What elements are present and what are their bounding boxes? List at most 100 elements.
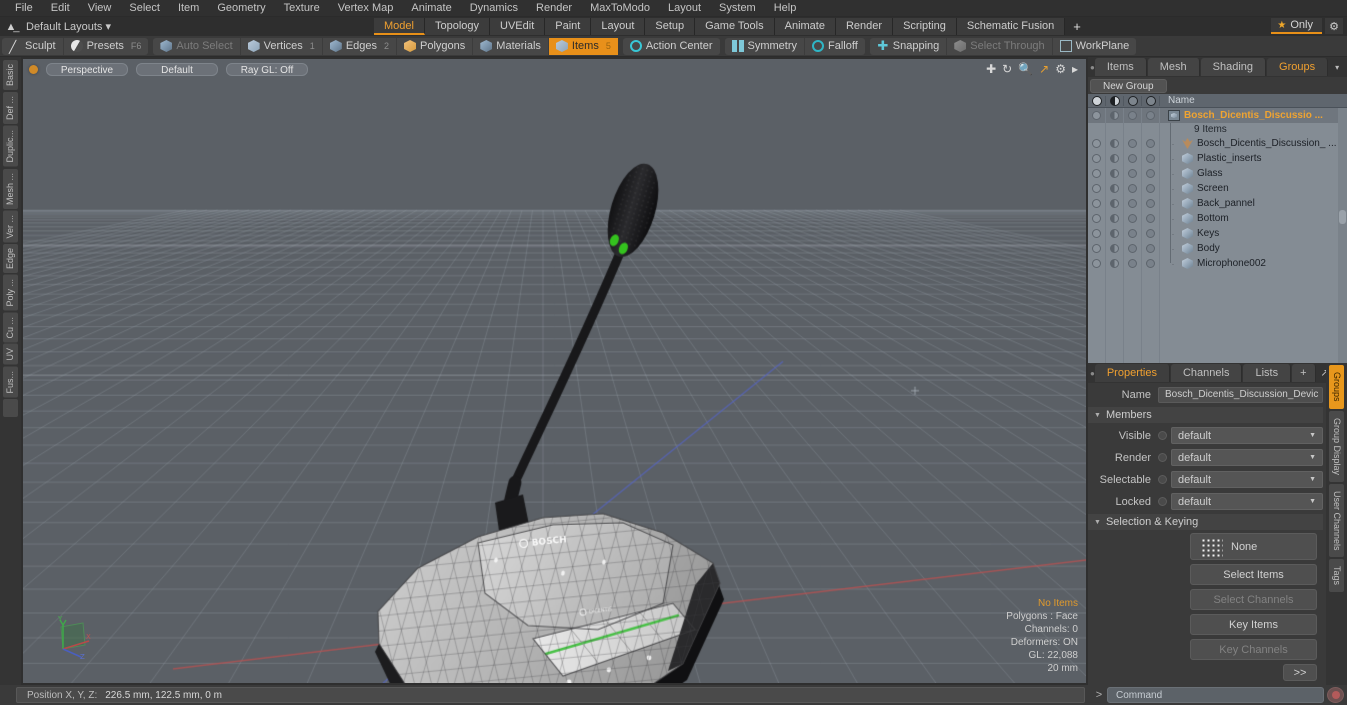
locked-toggle[interactable]: [1142, 181, 1160, 196]
members-section-header[interactable]: ▼ Members: [1088, 407, 1323, 423]
new-group-button[interactable]: New Group: [1090, 78, 1167, 93]
only-toggle[interactable]: ★ Only: [1271, 18, 1322, 34]
layout-tab-scripting[interactable]: Scripting: [893, 18, 957, 35]
toolbar-button-auto-select[interactable]: Auto Select: [153, 37, 241, 55]
toolbar-button-action-center[interactable]: Action Center: [623, 38, 720, 55]
member-state-dot[interactable]: [1158, 453, 1167, 462]
view-mode-button[interactable]: Perspective: [46, 62, 128, 76]
selectable-toggle[interactable]: [1124, 196, 1142, 211]
render-toggle[interactable]: [1106, 166, 1124, 181]
layout-tab-topology[interactable]: Topology: [424, 18, 491, 35]
toolbar-button-polygons[interactable]: Polygons: [397, 37, 474, 55]
menu-item-geometry[interactable]: Geometry: [208, 0, 274, 17]
panel-tab-mesh[interactable]: Mesh ...: [1147, 58, 1200, 91]
group-name-input[interactable]: Bosch_Dicentis_Discussion_Devic: [1158, 386, 1323, 403]
layout-tab-schematic-fusion[interactable]: Schematic Fusion: [956, 18, 1066, 35]
shading-mode-button[interactable]: Default: [136, 62, 218, 76]
menu-item-select[interactable]: Select: [120, 0, 169, 17]
right-tab-groups[interactable]: Groups: [1329, 365, 1344, 409]
selectable-toggle[interactable]: [1124, 151, 1142, 166]
list-item[interactable]: · Bosch_Dicentis_Discussion_ ...: [1088, 136, 1347, 151]
selection-keying-section-header[interactable]: ▼ Selection & Keying: [1088, 514, 1323, 530]
3d-viewport[interactable]: Perspective Default Ray GL: Off ✚ ↻ 🔍 ↗ …: [23, 59, 1086, 683]
properties-button-none[interactable]: None: [1190, 533, 1317, 560]
properties-tab-properties[interactable]: Properties: [1094, 364, 1170, 382]
left-tab-def[interactable]: Def ...: [3, 92, 18, 125]
selectable-toggle[interactable]: [1124, 241, 1142, 256]
left-tab-poly[interactable]: Poly ...: [3, 275, 18, 311]
forward-button[interactable]: >>: [1283, 664, 1317, 681]
locked-toggle[interactable]: [1142, 241, 1160, 256]
menu-item-edit[interactable]: Edit: [42, 0, 79, 17]
render-toggle[interactable]: [1106, 256, 1124, 271]
viewport-canvas[interactable]: [23, 59, 1086, 683]
left-tab-duplic[interactable]: Duplic...: [3, 126, 18, 167]
locked-toggle[interactable]: [1142, 151, 1160, 166]
visible-column-header[interactable]: [1088, 95, 1106, 106]
eye-toggle[interactable]: [1088, 256, 1106, 271]
zoom-icon[interactable]: 🔍: [1018, 63, 1033, 75]
layout-tab-game-tools[interactable]: Game Tools: [695, 18, 775, 35]
render-toggle[interactable]: [1106, 108, 1124, 123]
locked-toggle[interactable]: [1142, 196, 1160, 211]
raygl-button[interactable]: Ray GL: Off: [226, 62, 308, 76]
eye-toggle[interactable]: [1088, 196, 1106, 211]
menu-item-layout[interactable]: Layout: [659, 0, 710, 17]
menu-item-dynamics[interactable]: Dynamics: [461, 0, 527, 17]
selectable-toggle[interactable]: [1124, 166, 1142, 181]
right-tab-user-channels[interactable]: User Channels: [1329, 483, 1344, 558]
properties-button-key-items[interactable]: Key Items: [1190, 614, 1317, 635]
left-tab-mesh[interactable]: Mesh ...: [3, 168, 18, 209]
item-list-scrollbar[interactable]: [1338, 108, 1347, 363]
left-tab-ver[interactable]: Ver ...: [3, 210, 18, 243]
list-item[interactable]: · Bottom: [1088, 211, 1347, 226]
panel-tab-items[interactable]: Items: [1094, 58, 1147, 76]
render-toggle[interactable]: [1106, 211, 1124, 226]
render-toggle[interactable]: [1106, 196, 1124, 211]
member-dropdown-visible[interactable]: default ▼: [1171, 427, 1323, 444]
member-dropdown-render[interactable]: default ▼: [1171, 449, 1323, 466]
locked-toggle[interactable]: [1142, 256, 1160, 271]
left-tab-extra[interactable]: [3, 399, 18, 418]
locked-toggle[interactable]: [1142, 166, 1160, 181]
record-icon[interactable]: [1327, 687, 1344, 703]
menu-item-texture[interactable]: Texture: [275, 0, 329, 17]
properties-button-select-items[interactable]: Select Items: [1190, 564, 1317, 585]
eye-toggle[interactable]: [1088, 226, 1106, 241]
item-list[interactable]: Bosch_Dicentis_Discussio ... 9 Items · Bosc…: [1088, 108, 1347, 363]
group-row[interactable]: Bosch_Dicentis_Discussio ...: [1088, 108, 1347, 123]
member-state-dot[interactable]: [1158, 431, 1167, 440]
arrow-right-icon[interactable]: ▸: [1072, 63, 1078, 75]
default-layouts-label[interactable]: Default Layouts ▾: [22, 20, 111, 33]
layout-tab-paint[interactable]: Paint: [545, 18, 592, 35]
member-dropdown-selectable[interactable]: default ▼: [1171, 471, 1323, 488]
menu-item-help[interactable]: Help: [765, 0, 806, 17]
right-tab-tags[interactable]: Tags: [1329, 559, 1344, 593]
locked-toggle[interactable]: [1142, 226, 1160, 241]
toolbar-button-snapping[interactable]: ✚ Snapping: [870, 37, 948, 55]
menu-item-render[interactable]: Render: [527, 0, 581, 17]
render-toggle[interactable]: [1106, 226, 1124, 241]
layout-tab-animate[interactable]: Animate: [774, 18, 836, 35]
properties-tab-channels[interactable]: Channels: [1170, 364, 1243, 382]
list-item[interactable]: · Screen: [1088, 181, 1347, 196]
layout-tab-setup[interactable]: Setup: [645, 18, 696, 35]
chevron-down-icon[interactable]: ▾: [1329, 63, 1345, 72]
eye-toggle[interactable]: [1088, 241, 1106, 256]
eye-toggle[interactable]: [1088, 211, 1106, 226]
menu-item-animate[interactable]: Animate: [402, 0, 460, 17]
eye-toggle[interactable]: [1088, 166, 1106, 181]
selectable-toggle[interactable]: [1124, 211, 1142, 226]
render-toggle[interactable]: [1106, 241, 1124, 256]
render-toggle[interactable]: [1106, 151, 1124, 166]
list-item[interactable]: · Microphone002: [1088, 256, 1347, 271]
left-tab-basic[interactable]: Basic: [3, 60, 18, 91]
member-state-dot[interactable]: [1158, 497, 1167, 506]
member-dropdown-locked[interactable]: default ▼: [1171, 493, 1323, 510]
toolbar-button-falloff[interactable]: Falloff: [805, 38, 865, 55]
eye-toggle[interactable]: [1088, 181, 1106, 196]
list-item[interactable]: · Body: [1088, 241, 1347, 256]
render-toggle[interactable]: [1106, 136, 1124, 151]
gear-icon[interactable]: ⚙: [1055, 63, 1066, 75]
selectable-toggle[interactable]: [1124, 181, 1142, 196]
